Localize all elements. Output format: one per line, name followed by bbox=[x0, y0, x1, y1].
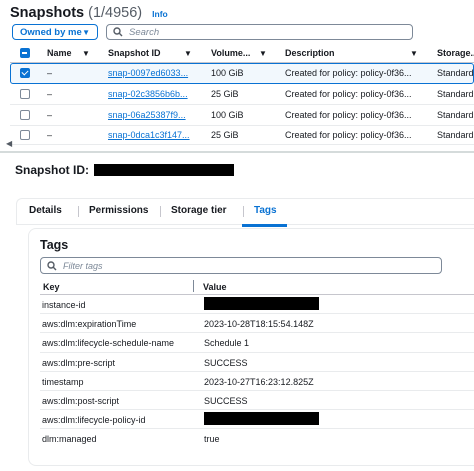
row-name: – bbox=[47, 130, 53, 140]
sort-caret-icon[interactable]: ▼ bbox=[410, 49, 418, 58]
row-name: – bbox=[47, 68, 53, 78]
tag-value: SUCCESS bbox=[204, 357, 248, 368]
row-storage: Standard bbox=[437, 89, 474, 99]
column-header-storage[interactable]: Storage... bbox=[437, 44, 474, 62]
row-volume: 25 GiB bbox=[211, 89, 239, 99]
row-name: – bbox=[47, 89, 53, 99]
column-header-key: Key bbox=[43, 282, 60, 292]
row-storage: Standard bbox=[437, 68, 474, 78]
row-description: Created for policy: policy-0f36... bbox=[285, 68, 412, 78]
owner-filter-select[interactable]: Owned by me ▼ bbox=[12, 24, 98, 40]
page-title: Snapshots bbox=[10, 5, 85, 21]
table-row[interactable]: – snap-02c3856b6b... 25 GiB Created for … bbox=[10, 84, 474, 105]
column-header-volume[interactable]: Volume... bbox=[211, 44, 250, 62]
tab-tags[interactable]: Tags bbox=[243, 205, 277, 217]
table-header-row: Name ▼ Snapshot ID ▼ Volume... ▼ Descrip… bbox=[10, 44, 474, 63]
row-snapshot-id-link[interactable]: snap-06a25387f9... bbox=[108, 105, 204, 125]
row-volume: 25 GiB bbox=[211, 130, 239, 140]
tab-details[interactable]: Details bbox=[29, 205, 62, 216]
sort-caret-icon[interactable]: ▼ bbox=[259, 49, 267, 58]
tag-value: 2023-10-28T18:15:54.148Z bbox=[204, 319, 314, 330]
scroll-left-icon[interactable]: ◀ bbox=[6, 139, 12, 148]
row-volume: 100 GiB bbox=[211, 68, 244, 78]
tags-title: Tags bbox=[40, 238, 69, 252]
row-name: – bbox=[47, 110, 53, 120]
tab-permissions[interactable]: Permissions bbox=[77, 205, 148, 217]
table-row: dlm:managed true bbox=[40, 429, 474, 448]
row-snapshot-id-link[interactable]: snap-0dca1c3f147... bbox=[108, 126, 204, 144]
active-tab-indicator bbox=[242, 224, 287, 227]
table-row[interactable]: – snap-0dca1c3f147... 25 GiB Created for… bbox=[10, 126, 474, 145]
row-storage: Standard bbox=[437, 110, 474, 120]
row-description: Created for policy: policy-0f36... bbox=[285, 110, 412, 120]
tag-value: 2023-10-27T16:23:12.825Z bbox=[204, 376, 314, 387]
tags-table-header: Key Value bbox=[40, 278, 474, 295]
owner-filter-label: Owned by me bbox=[20, 26, 82, 38]
snapshot-id-label: Snapshot ID: bbox=[15, 163, 89, 177]
select-all-checkbox[interactable] bbox=[20, 44, 30, 62]
column-header-snapshot-id[interactable]: Snapshot ID bbox=[108, 44, 161, 62]
table-row: aws:dlm:lifecycle-policy-id bbox=[40, 410, 474, 430]
page-header: Snapshots (1/4956) Info bbox=[10, 5, 168, 21]
redacted-tag-value bbox=[204, 412, 319, 426]
table-row[interactable]: – snap-0097ed6033... 100 GiB Created for… bbox=[10, 63, 474, 84]
row-description: Created for policy: policy-0f36... bbox=[285, 89, 412, 99]
row-snapshot-id-link[interactable]: snap-0097ed6033... bbox=[108, 63, 204, 83]
row-snapshot-id-link[interactable]: snap-02c3856b6b... bbox=[108, 84, 204, 104]
table-row: timestamp 2023-10-27T16:23:12.825Z bbox=[40, 372, 474, 391]
sort-caret-icon[interactable]: ▼ bbox=[82, 49, 90, 58]
search-input[interactable]: Search bbox=[106, 24, 413, 40]
sort-caret-icon[interactable]: ▼ bbox=[184, 49, 192, 58]
column-resize-handle[interactable] bbox=[193, 280, 194, 292]
tag-key: aws:dlm:expirationTime bbox=[42, 319, 137, 330]
table-row[interactable]: – snap-06a25387f9... 100 GiB Created for… bbox=[10, 105, 474, 126]
column-header-description[interactable]: Description bbox=[285, 44, 335, 62]
tag-value: Schedule 1 bbox=[204, 338, 250, 349]
selection-count: (1/4956) bbox=[88, 5, 143, 21]
tag-key: dlm:managed bbox=[42, 434, 97, 445]
search-icon bbox=[47, 260, 57, 271]
caret-down-icon: ▼ bbox=[82, 27, 90, 37]
row-checkbox[interactable] bbox=[20, 84, 30, 104]
row-volume: 100 GiB bbox=[211, 110, 244, 120]
search-placeholder: Search bbox=[129, 26, 160, 38]
filter-tags-placeholder: Filter tags bbox=[63, 260, 103, 271]
snapshots-table: Name ▼ Snapshot ID ▼ Volume... ▼ Descrip… bbox=[10, 44, 474, 145]
redacted-tag-value bbox=[204, 297, 319, 310]
tag-value: true bbox=[204, 434, 220, 445]
search-icon bbox=[113, 27, 123, 37]
row-checkbox[interactable] bbox=[20, 63, 30, 83]
column-header-name[interactable]: Name bbox=[47, 44, 72, 62]
tag-key: aws:dlm:lifecycle-policy-id bbox=[42, 415, 146, 426]
tag-key: instance-id bbox=[42, 300, 86, 310]
table-row: aws:dlm:post-script SUCCESS bbox=[40, 391, 474, 411]
table-row: instance-id bbox=[40, 295, 474, 315]
table-row: aws:dlm:pre-script SUCCESS bbox=[40, 353, 474, 372]
tags-table: instance-id aws:dlm:expirationTime 2023-… bbox=[40, 295, 474, 449]
filter-tags-input[interactable]: Filter tags bbox=[40, 257, 442, 274]
snapshot-id-heading: Snapshot ID: bbox=[15, 163, 234, 177]
table-row: aws:dlm:expirationTime 2023-10-28T18:15:… bbox=[40, 314, 474, 334]
tab-storage-tier[interactable]: Storage tier bbox=[160, 205, 227, 217]
tag-key: aws:dlm:post-script bbox=[42, 395, 120, 406]
tag-key: aws:dlm:lifecycle-schedule-name bbox=[42, 338, 175, 349]
column-header-value: Value bbox=[203, 282, 227, 292]
row-checkbox[interactable] bbox=[20, 126, 30, 144]
split-pane-divider[interactable] bbox=[0, 151, 474, 153]
row-storage: Standard bbox=[437, 130, 474, 140]
row-description: Created for policy: policy-0f36... bbox=[285, 130, 412, 140]
info-link[interactable]: Info bbox=[152, 9, 168, 19]
detail-tabs bbox=[16, 198, 474, 225]
table-row: aws:dlm:lifecycle-schedule-name Schedule… bbox=[40, 333, 474, 353]
tag-key: timestamp bbox=[42, 376, 84, 387]
row-checkbox[interactable] bbox=[20, 105, 30, 125]
tag-key: aws:dlm:pre-script bbox=[42, 357, 116, 368]
redacted-snapshot-id bbox=[94, 164, 234, 176]
tag-value: SUCCESS bbox=[204, 395, 248, 406]
